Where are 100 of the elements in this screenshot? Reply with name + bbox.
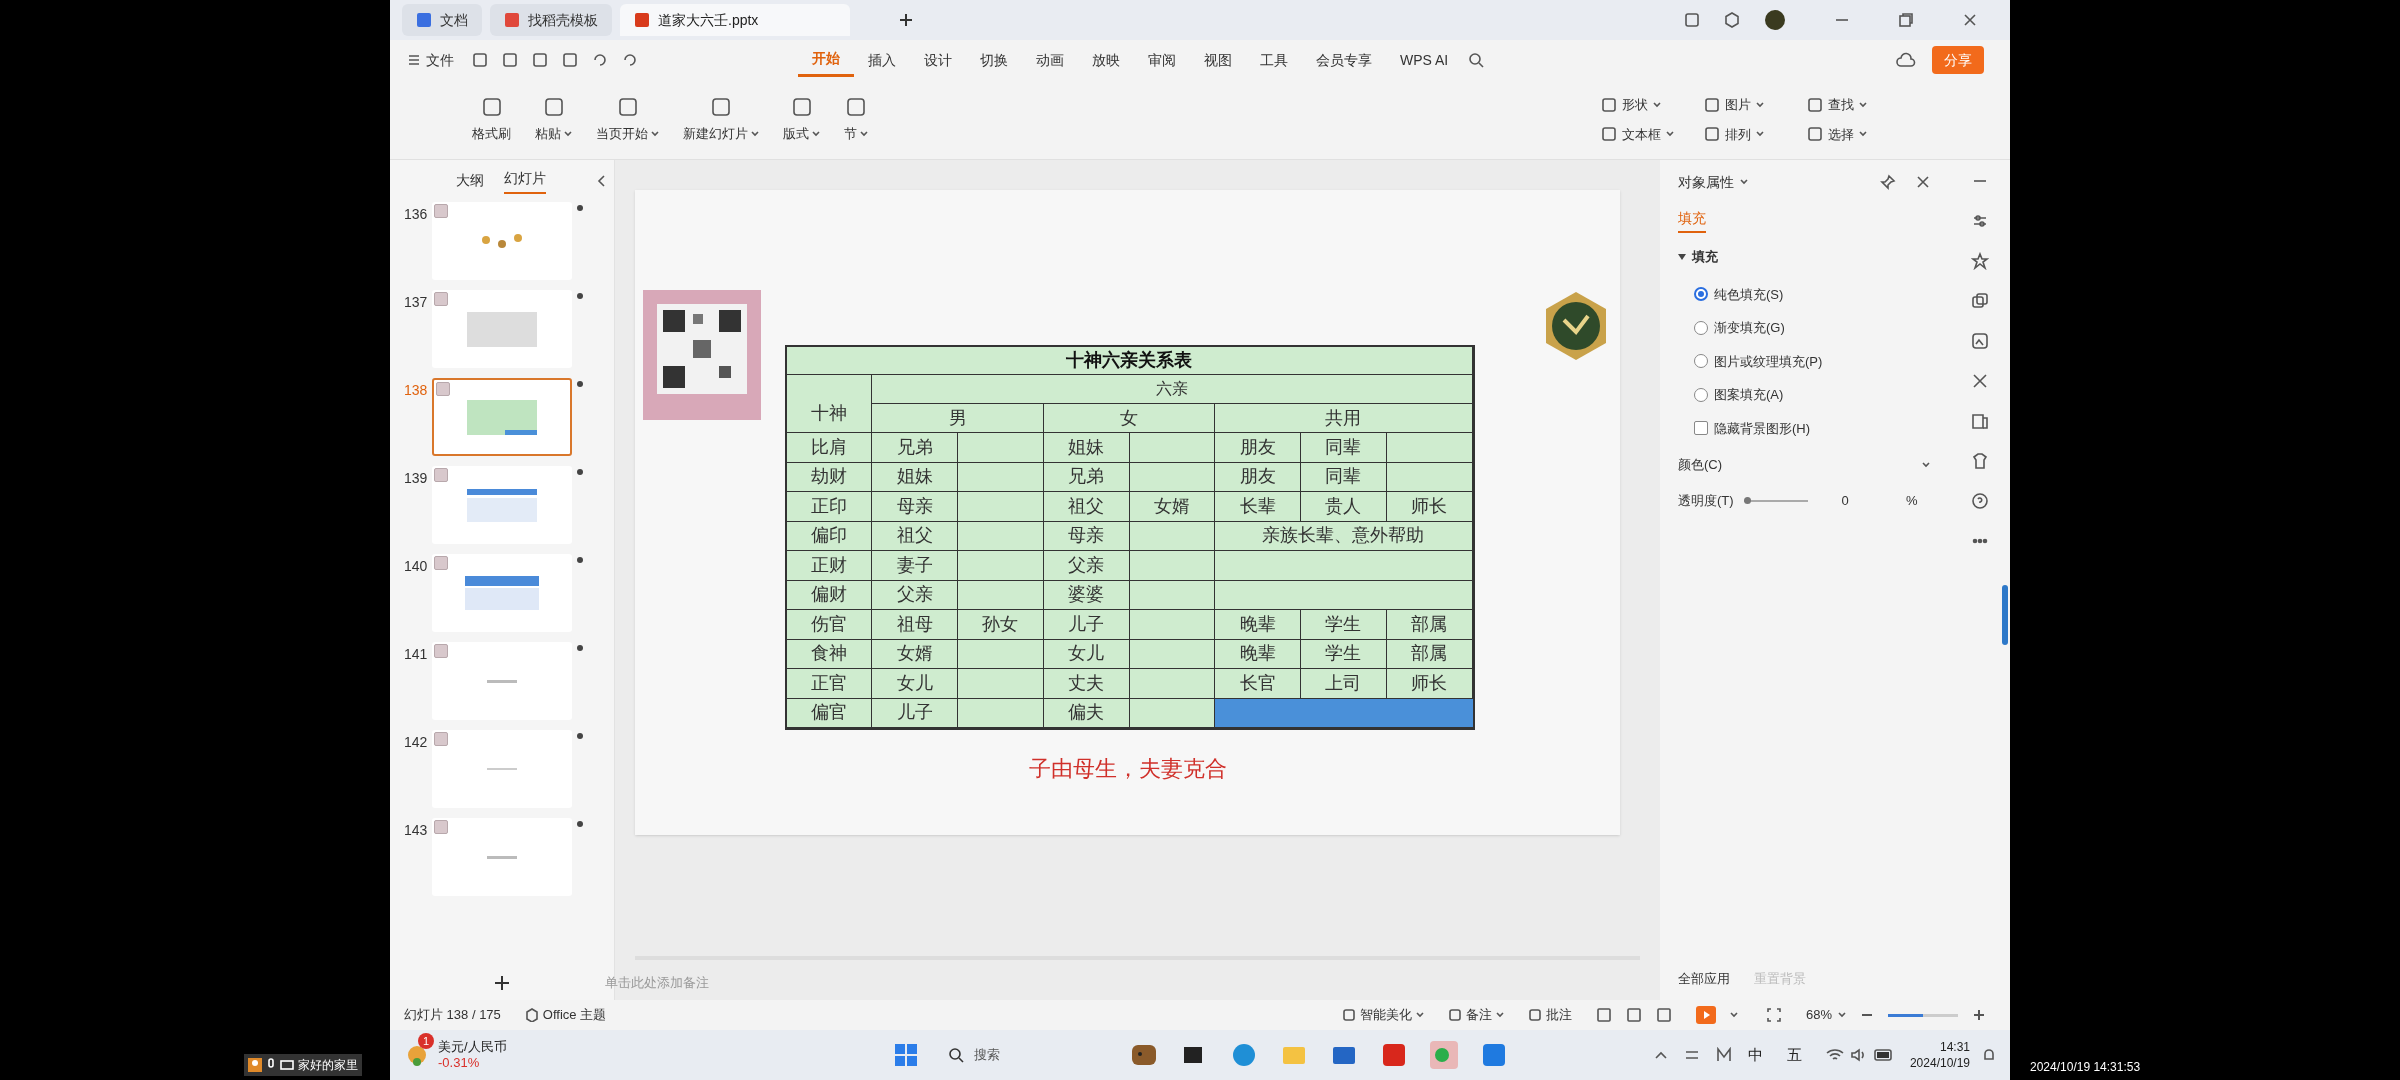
- chevron-up-icon[interactable]: [1653, 1050, 1668, 1060]
- sliders-icon[interactable]: [1971, 212, 1989, 230]
- notification-icon[interactable]: [1982, 1047, 1996, 1063]
- add-tab-icon[interactable]: [898, 12, 914, 28]
- radio-option[interactable]: 图案填充(A): [1694, 385, 1930, 405]
- ribbon-tab[interactable]: 工具: [1246, 43, 1302, 77]
- ribbon-button[interactable]: 文本框: [1601, 124, 1674, 144]
- zoom-level[interactable]: 68%: [1805, 1005, 1846, 1025]
- redo-icon[interactable]: [622, 52, 638, 68]
- ribbon-button[interactable]: 排列: [1704, 124, 1777, 144]
- ribbon-tab[interactable]: WPS AI: [1386, 43, 1463, 77]
- ribbon-button[interactable]: 形状: [1601, 95, 1674, 115]
- ribbon-tab[interactable]: 动画: [1022, 43, 1078, 77]
- book-icon[interactable]: [1971, 412, 1989, 430]
- ribbon-button[interactable]: 选择: [1807, 124, 1880, 144]
- zoom-slider[interactable]: [1888, 1013, 1958, 1017]
- input-language[interactable]: 中: [1747, 1043, 1763, 1067]
- save-icon[interactable]: [472, 52, 488, 68]
- beautify-button[interactable]: 智能美化: [1341, 1005, 1424, 1025]
- radio-option[interactable]: 渐变填充(G): [1694, 318, 1930, 338]
- fit-icon[interactable]: [1765, 1007, 1782, 1023]
- ribbon-tab[interactable]: 会员专享: [1302, 43, 1386, 77]
- comments-button[interactable]: 批注: [1527, 1005, 1572, 1025]
- start-icon[interactable]: [894, 1043, 918, 1067]
- slide-thumbnail[interactable]: [432, 202, 572, 280]
- selected-cell[interactable]: [1215, 698, 1473, 728]
- battery-icon[interactable]: [1873, 1049, 1894, 1061]
- zoom-in-icon[interactable]: [1972, 1008, 1986, 1022]
- play-icon[interactable]: [1695, 1006, 1716, 1024]
- checkbox-icon: [434, 204, 448, 218]
- ribbon-tab[interactable]: 插入: [854, 43, 910, 77]
- zoom-slider-fill[interactable]: [1888, 1013, 1923, 1017]
- caret-icon: [1729, 1012, 1738, 1018]
- field-label: 透明度(T): [1678, 492, 1734, 511]
- cloud-upload-icon[interactable]: [1896, 52, 1916, 68]
- grid-view-icon[interactable]: [1625, 1007, 1642, 1023]
- help-icon[interactable]: [1971, 492, 1989, 510]
- slide-thumbnail[interactable]: [432, 378, 572, 456]
- window-icon[interactable]: [1684, 12, 1700, 28]
- table-cell: 兄弟: [1043, 462, 1130, 492]
- document-tab[interactable]: 找稻壳模板: [490, 4, 612, 36]
- input-mode[interactable]: 五: [1786, 1043, 1802, 1067]
- shirt-icon[interactable]: [1971, 452, 1989, 470]
- print-preview-icon[interactable]: [502, 52, 518, 68]
- slide-thumbnail[interactable]: [432, 730, 572, 808]
- slide-thumbnail[interactable]: [432, 466, 572, 544]
- slide-thumbnail[interactable]: [432, 290, 572, 368]
- search-field[interactable]: 搜索: [938, 1039, 1108, 1071]
- file-menu[interactable]: 文件: [404, 49, 458, 71]
- radio-option[interactable]: 图片或纹理填充(P): [1694, 351, 1930, 371]
- panel-tab[interactable]: 幻灯片: [504, 168, 546, 194]
- slide-thumbnail[interactable]: [432, 554, 572, 632]
- radio-option[interactable]: 纯色填充(S): [1694, 284, 1930, 304]
- panel-tab[interactable]: 大纲: [456, 170, 484, 194]
- undo-icon[interactable]: [592, 52, 608, 68]
- slide-thumbnail[interactable]: [432, 818, 572, 896]
- normal-view-icon[interactable]: [1595, 1007, 1612, 1023]
- clock-date[interactable]: 2024/10/19: [1909, 1055, 1970, 1071]
- ribbon-tab[interactable]: 视图: [1190, 43, 1246, 77]
- number-field[interactable]: 0 %: [1817, 490, 1918, 512]
- ribbon-button[interactable]: 查找: [1807, 95, 1880, 115]
- slider-thumb[interactable]: [1743, 497, 1751, 504]
- search-doc-icon[interactable]: [562, 52, 578, 68]
- notes-button[interactable]: 备注: [1447, 1005, 1504, 1025]
- cube-icon[interactable]: [1724, 12, 1740, 28]
- ribbon-tab[interactable]: 切换: [966, 43, 1022, 77]
- star-icon[interactable]: [1971, 252, 1989, 270]
- close-icon[interactable]: [1962, 12, 1978, 28]
- collapse-icon[interactable]: [1678, 253, 1686, 260]
- add-slide-icon[interactable]: [493, 974, 511, 992]
- panel-title[interactable]: 对象属性: [1678, 171, 1748, 193]
- ribbon-tab[interactable]: 设计: [910, 43, 966, 77]
- document-tab[interactable]: 道家大六壬.pptx: [620, 4, 850, 36]
- ribbon-button[interactable]: 格式刷: [460, 95, 523, 144]
- avatar-icon[interactable]: [1764, 9, 1786, 31]
- search-icon[interactable]: [1468, 52, 1485, 68]
- collapse-icon[interactable]: [596, 174, 606, 188]
- widget[interactable]: 美元/人民币 -0.31%: [438, 1039, 507, 1071]
- reading-view-icon[interactable]: [1655, 1007, 1672, 1023]
- ribbon-tab[interactable]: 放映: [1078, 43, 1134, 77]
- close-icon[interactable]: [1916, 175, 1930, 189]
- clock-time[interactable]: 14:31: [1939, 1039, 1970, 1055]
- ribbon-button[interactable]: 当页开始: [584, 95, 671, 144]
- theme-button[interactable]: Office 主题: [524, 1005, 607, 1025]
- slide-thumbnail[interactable]: [432, 642, 572, 720]
- vertical-scrollbar[interactable]: [2002, 585, 2008, 645]
- restore-icon[interactable]: [1898, 12, 1914, 28]
- ribbon-button[interactable]: 版式: [771, 95, 832, 144]
- copy-icon[interactable]: [1971, 292, 1989, 310]
- pin-icon[interactable]: [1880, 174, 1896, 190]
- ribbon-tab[interactable]: 审阅: [1134, 43, 1190, 77]
- ribbon-button[interactable]: 新建幻灯片: [671, 95, 771, 144]
- ribbon-button[interactable]: 粘贴: [523, 95, 584, 144]
- wifi-icon[interactable]: [1825, 1048, 1844, 1062]
- document-tab[interactable]: 文档: [402, 4, 482, 36]
- ribbon-button[interactable]: 图片: [1704, 95, 1777, 115]
- apply-all-button[interactable]: 全部应用: [1678, 969, 1730, 989]
- checkbox-option[interactable]: 隐藏背景图形(H): [1694, 418, 1930, 438]
- print-icon[interactable]: [532, 52, 548, 68]
- ribbon-button[interactable]: 节: [832, 95, 880, 144]
